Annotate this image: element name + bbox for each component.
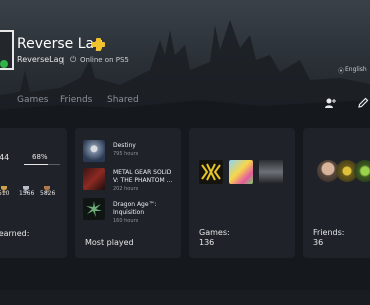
metal-gear-game-icon[interactable]: [83, 168, 105, 190]
game-name-line2: Inquisition: [113, 209, 145, 216]
friends-card[interactable]: Friends: 36: [303, 128, 370, 258]
friends-count: 36: [313, 238, 324, 247]
game-name-line1: METAL GEAR SOLID: [113, 169, 172, 176]
games-card[interactable]: Games: 136: [189, 128, 295, 258]
tab-friends[interactable]: Friends: [60, 95, 92, 105]
most-played-label: Most played: [85, 238, 134, 247]
trophy-level: 444: [0, 153, 10, 162]
add-friend-button[interactable]: [324, 94, 336, 108]
most-played-card[interactable]: Destiny 795 hours METAL GEAR SOLID V: TH…: [75, 128, 181, 258]
game-hours: 160 hours: [113, 218, 139, 224]
bronze-trophy-count: 5826: [40, 190, 56, 197]
trophy-progress-percent: 68%: [32, 153, 48, 161]
game-name-line1: Dragon Age™:: [113, 201, 157, 208]
games-label: Games:: [199, 228, 230, 237]
trophies-earned-label: s earned:: [0, 229, 30, 238]
friend-avatar[interactable]: [354, 160, 370, 182]
gold-trophy-count: 510: [0, 190, 10, 197]
online-status-dot: [0, 60, 8, 68]
edit-profile-button[interactable]: [357, 94, 369, 108]
gold-trophy-icon: [0, 178, 8, 193]
silver-trophy-count: 1566: [19, 190, 35, 197]
game-hours: 202 hours: [113, 186, 139, 192]
divider: [63, 57, 64, 65]
games-count: 136: [199, 238, 215, 247]
yellow-emblem: [201, 163, 221, 181]
friends-label: Friends:: [313, 228, 345, 237]
online-status-text: Online on PS5: [80, 56, 129, 64]
trophy-progress-bar: [24, 164, 60, 165]
profile-name: Reverse Lag: [17, 36, 103, 52]
tab-games[interactable]: Games: [17, 95, 48, 105]
game-name: Destiny: [113, 142, 136, 149]
game-hours: 795 hours: [113, 151, 139, 157]
game-cover[interactable]: [229, 160, 253, 184]
profile-header-background: [0, 0, 370, 135]
online-id: ReverseLag: [17, 55, 64, 64]
tab-shared[interactable]: Shared: [107, 95, 139, 105]
add-friend-icon: [325, 98, 336, 108]
game-cover[interactable]: [259, 160, 283, 184]
language-label: English: [345, 66, 367, 73]
bronze-trophy-icon: [43, 178, 51, 193]
language-icon: ⦿: [338, 68, 345, 75]
playstation-icon: ⏻: [70, 55, 77, 64]
trophies-card[interactable]: 444 68% 510 1566 5826 s earned:: [0, 128, 67, 258]
ps-plus-icon: [92, 38, 105, 51]
game-name-line2: V: THE PHANTOM ...: [113, 177, 173, 184]
dragon-age-emblem: [86, 201, 102, 217]
destiny-game-icon[interactable]: [83, 140, 105, 162]
bottom-panel: [0, 290, 370, 305]
dragon-age-game-icon[interactable]: [83, 198, 105, 220]
castle-skyline-art: [0, 20, 370, 135]
game-cover[interactable]: [199, 160, 223, 184]
pencil-icon: [358, 97, 369, 108]
silver-trophy-icon: [22, 178, 30, 193]
trophy-progress-fill: [24, 164, 49, 165]
